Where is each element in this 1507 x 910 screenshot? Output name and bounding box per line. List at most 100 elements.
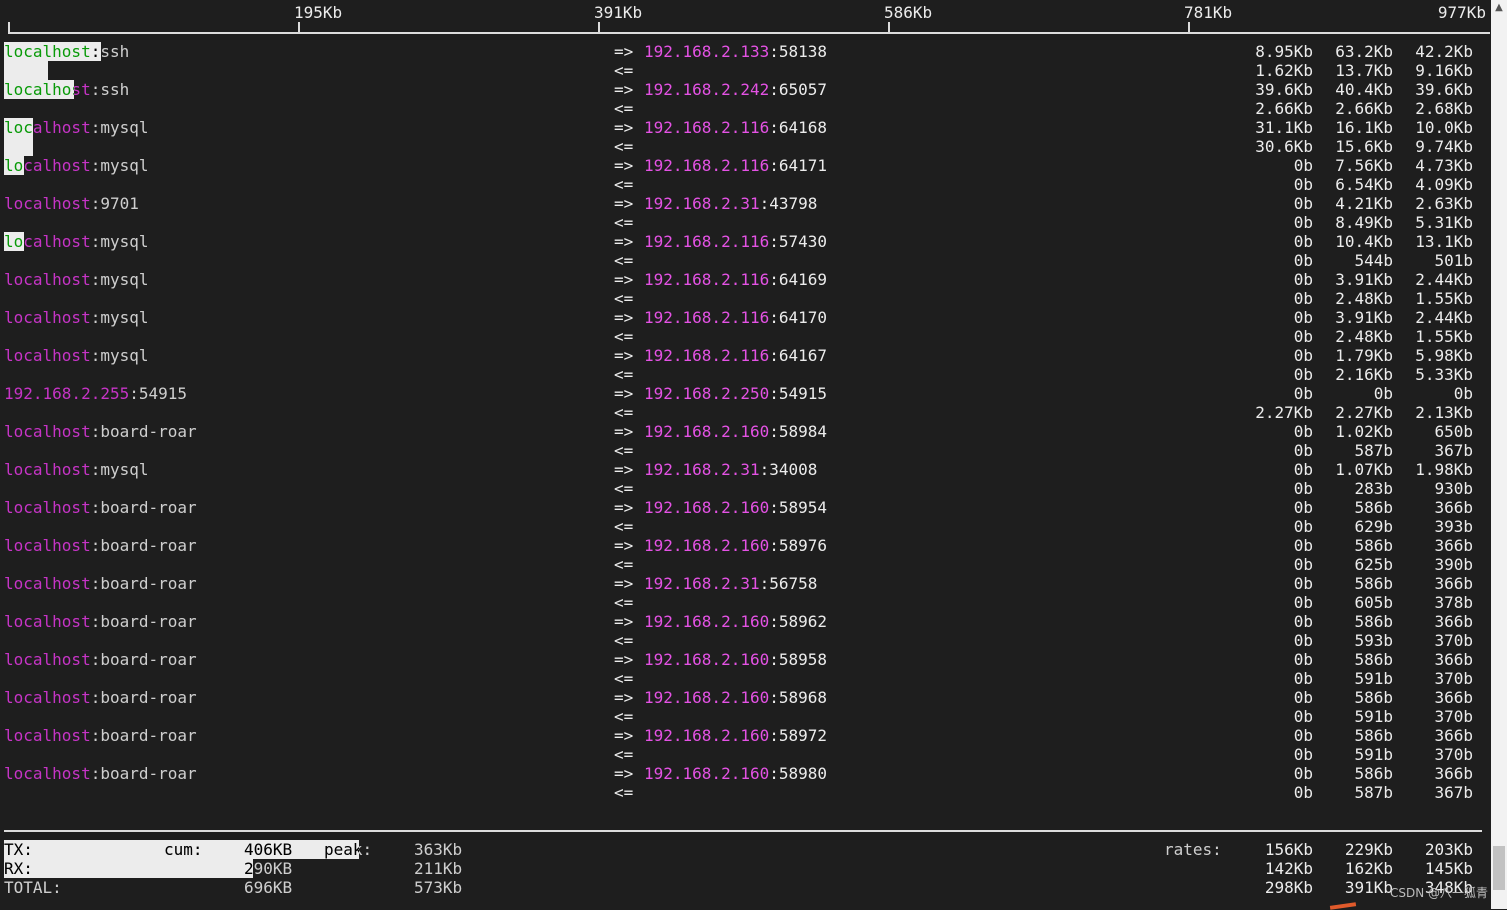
destination-separator: : — [769, 346, 779, 365]
rx-rate-40s: 370b — [1434, 631, 1473, 650]
destination-ip: 192.168.2.160 — [644, 764, 770, 783]
scrollbar-thumb[interactable] — [1493, 846, 1505, 890]
tx-rate-10s: 16.1Kb — [1335, 118, 1393, 137]
incoming-arrow: <= — [614, 99, 634, 118]
rx-rate-10s: 591b — [1354, 669, 1393, 688]
rx-rate-2s: 0b — [1293, 365, 1313, 384]
rx-rate-2s: 0b — [1293, 251, 1313, 270]
destination-ip: 192.168.2.116 — [644, 156, 770, 175]
destination-endpoint: 192.168.2.160:58984 — [644, 422, 827, 441]
rx-rate-10s: 8.49Kb — [1335, 213, 1393, 232]
destination-port: 65057 — [778, 80, 828, 99]
destination-separator: : — [769, 726, 779, 745]
scroll-up-arrow-icon[interactable]: ▲ — [1491, 0, 1507, 16]
rx-rate-2s: 0b — [1293, 555, 1313, 574]
source-separator: : — [129, 384, 139, 403]
destination-endpoint: 192.168.2.250:54915 — [644, 384, 827, 403]
connection-row: localhost:mysql => <= 192.168.2.31:34008… — [0, 460, 1490, 498]
rx-rate-10s: 283b — [1354, 479, 1393, 498]
scale-tick-label: 195Kb — [294, 3, 343, 22]
tx-rate-40s: 42.2Kb — [1415, 42, 1473, 61]
connection-row: localhost:board-roar => <= 192.168.2.160… — [0, 536, 1490, 574]
destination-endpoint: 192.168.2.116:64170 — [644, 308, 827, 327]
destination-endpoint: 192.168.2.116:64171 — [644, 156, 827, 175]
rx-rate-40s: 370b — [1434, 707, 1473, 726]
connection-row: localhost:ssh => <= 192.168.2.242:65057 … — [0, 80, 1490, 118]
tx-rate-40s: 366b — [1434, 688, 1473, 707]
tx-rate-10s: 586b — [1354, 650, 1393, 669]
bandwidth-scale: 195Kb 391Kb 586Kb 781Kb 977Kb — [0, 0, 1490, 40]
scale-origin-tick — [8, 22, 10, 34]
destination-port: 43798 — [769, 194, 818, 213]
destination-port: 64169 — [778, 270, 828, 289]
outgoing-arrow: => — [614, 726, 634, 745]
source-host: localhost — [4, 536, 91, 555]
connection-row: localhost:board-roar => <= 192.168.2.160… — [0, 612, 1490, 650]
tx-rate-2s: 0b — [1293, 460, 1313, 479]
source-endpoint: localhost:board-roar — [4, 650, 197, 669]
source-host: localhost — [4, 650, 91, 669]
destination-separator: : — [759, 460, 770, 479]
source-service: ssh — [100, 80, 130, 99]
destination-ip: 192.168.2.160 — [644, 650, 770, 669]
vertical-scrollbar[interactable]: ▲ — [1491, 0, 1507, 909]
source-service: mysql — [100, 270, 149, 289]
tx-rate-10s: 7.56Kb — [1335, 156, 1393, 175]
outgoing-arrow: => — [614, 650, 634, 669]
tx-rate-2s: 0b — [1293, 346, 1313, 365]
source-host: localhost — [4, 118, 91, 137]
source-host: localhost — [4, 156, 91, 175]
watermark: CSDN @八一狐青 — [1390, 886, 1489, 900]
incoming-arrow: <= — [614, 327, 634, 346]
rx-rate-10s: 629b — [1354, 517, 1393, 536]
destination-endpoint: 192.168.2.242:65057 — [644, 80, 827, 99]
source-separator: : — [90, 688, 101, 707]
connection-row: 192.168.2.255:54915 => <= 192.168.2.250:… — [0, 384, 1490, 422]
totals-row-rx: RX: 290KB 211Kb 142Kb 162Kb 145Kb — [0, 859, 1500, 878]
tx-rate-10s: 229Kb — [1344, 840, 1393, 859]
outgoing-arrow: => — [614, 764, 634, 783]
cum-label: cum: — [164, 840, 203, 859]
source-separator: : — [90, 194, 101, 213]
destination-port: 58984 — [778, 422, 828, 441]
destination-ip: 192.168.2.116 — [644, 346, 770, 365]
source-separator: : — [90, 308, 101, 327]
rx-rate-40s: 370b — [1434, 745, 1473, 764]
destination-separator: : — [769, 498, 779, 517]
destination-separator: : — [759, 574, 770, 593]
rx-rate-2s: 0b — [1293, 707, 1313, 726]
source-endpoint: localhost:board-roar — [4, 612, 197, 631]
destination-endpoint: 192.168.2.160:58954 — [644, 498, 827, 517]
source-separator: : — [90, 232, 101, 251]
destination-endpoint: 192.168.2.160:58968 — [644, 688, 827, 707]
source-endpoint: localhost:board-roar — [4, 536, 197, 555]
destination-separator: : — [769, 650, 779, 669]
totals-panel: TX: cum: 406KB peak: 363Kb rates: 156Kb … — [0, 840, 1507, 900]
outgoing-arrow: => — [614, 42, 634, 61]
destination-port: 58976 — [778, 536, 828, 555]
incoming-arrow: <= — [614, 175, 634, 194]
rx-traffic-bar — [4, 61, 48, 80]
rx-rate-10s: 591b — [1354, 707, 1393, 726]
rx-rate-2s: 142Kb — [1264, 859, 1313, 878]
destination-port: 56758 — [769, 574, 818, 593]
destination-endpoint: 192.168.2.160:58972 — [644, 726, 827, 745]
destination-ip: 192.168.2.250 — [644, 384, 770, 403]
rx-rate-40s: 367b — [1434, 783, 1473, 802]
connection-row: localhost:board-roar => <= 192.168.2.160… — [0, 650, 1490, 688]
destination-ip: 192.168.2.31 — [644, 460, 760, 479]
destination-port: 58138 — [778, 42, 828, 61]
source-host: localhost — [4, 232, 91, 251]
rx-rate-10s: 13.7Kb — [1335, 61, 1393, 80]
tx-rate-40s: 366b — [1434, 612, 1473, 631]
source-host: localhost — [4, 688, 91, 707]
tx-rate-2s: 0b — [1293, 536, 1313, 555]
source-endpoint: localhost:mysql — [4, 460, 149, 479]
totals-row-tx: TX: cum: 406KB peak: 363Kb rates: 156Kb … — [0, 840, 1500, 859]
destination-port: 64171 — [778, 156, 828, 175]
source-host: localhost — [4, 460, 91, 479]
rx-rate-40s: 2.68Kb — [1415, 99, 1473, 118]
outgoing-arrow: => — [614, 574, 634, 593]
tx-rate-2s: 0b — [1293, 574, 1313, 593]
source-endpoint: localhost:mysql — [4, 346, 149, 365]
